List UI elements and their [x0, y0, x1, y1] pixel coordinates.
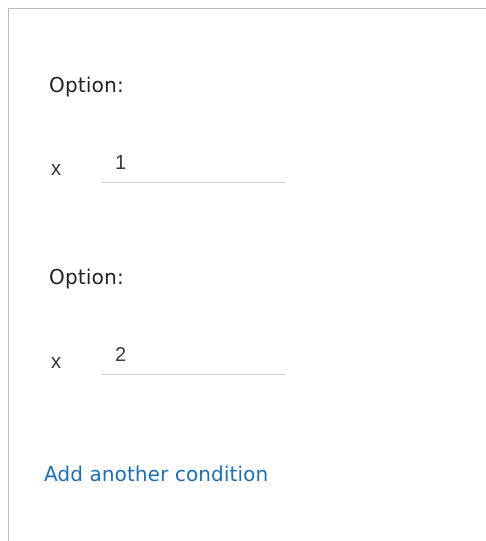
conditions-panel: Option: x Option: x Add another conditio… [8, 8, 486, 541]
remove-condition-icon[interactable]: x [51, 159, 61, 179]
remove-condition-icon[interactable]: x [51, 352, 61, 372]
option-value-input[interactable] [102, 341, 286, 375]
option-label: Option: [49, 265, 124, 289]
add-another-condition-link[interactable]: Add another condition [44, 462, 268, 486]
option-value-input[interactable] [102, 149, 286, 183]
option-label: Option: [49, 73, 124, 97]
